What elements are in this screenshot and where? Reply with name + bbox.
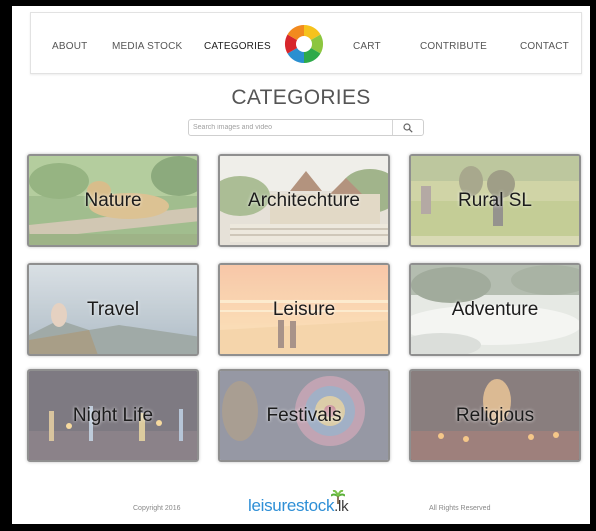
nav-cart[interactable]: CART: [353, 41, 381, 52]
nav-contact[interactable]: CONTACT: [520, 41, 569, 52]
category-label: Religious: [455, 404, 535, 426]
page-title: CATEGORIES: [231, 86, 371, 109]
category-card-architecture[interactable]: Architechture: [218, 154, 390, 247]
search-icon: [403, 122, 413, 133]
nav-media-stock[interactable]: MEDIA STOCK: [112, 41, 182, 52]
rights-text: All Rights Reserved: [429, 505, 491, 512]
category-label: Festivals: [266, 404, 342, 426]
category-card-adventure[interactable]: Adventure: [409, 263, 581, 356]
logo-main: leisurestock: [248, 496, 335, 515]
top-nav: ABOUT MEDIA STOCK CATEGORIES CART CONTRI…: [30, 12, 582, 74]
category-label: Adventure: [451, 298, 539, 320]
nav-categories[interactable]: CATEGORIES: [204, 41, 271, 52]
search-button[interactable]: [393, 120, 423, 135]
page: ABOUT MEDIA STOCK CATEGORIES CART CONTRI…: [12, 6, 590, 524]
search-bar: [188, 119, 424, 136]
category-label: Architechture: [248, 189, 360, 211]
category-label: Rural SL: [458, 189, 532, 211]
category-card-travel[interactable]: Travel: [27, 263, 199, 356]
nav-about[interactable]: ABOUT: [52, 41, 87, 52]
category-label: Nature: [84, 189, 142, 211]
copyright-text: Copyright 2016: [133, 505, 181, 512]
category-label: Leisure: [272, 298, 336, 320]
search-input[interactable]: [193, 120, 389, 135]
category-card-rural-sl[interactable]: Rural SL: [409, 154, 581, 247]
nav-contribute[interactable]: CONTRIBUTE: [420, 41, 487, 52]
category-card-festivals[interactable]: Festivals: [218, 369, 390, 462]
footer-logo[interactable]: leisurestock.lk: [248, 490, 378, 516]
category-label: Night Life: [72, 404, 154, 426]
aperture-logo-icon[interactable]: [284, 24, 324, 64]
category-card-nature[interactable]: Nature: [27, 154, 199, 247]
category-label: Travel: [86, 298, 140, 320]
category-card-religious[interactable]: Religious: [409, 369, 581, 462]
category-card-night-life[interactable]: Night Life: [27, 369, 199, 462]
palm-tree-icon: [331, 490, 345, 504]
category-card-leisure[interactable]: Leisure: [218, 263, 390, 356]
